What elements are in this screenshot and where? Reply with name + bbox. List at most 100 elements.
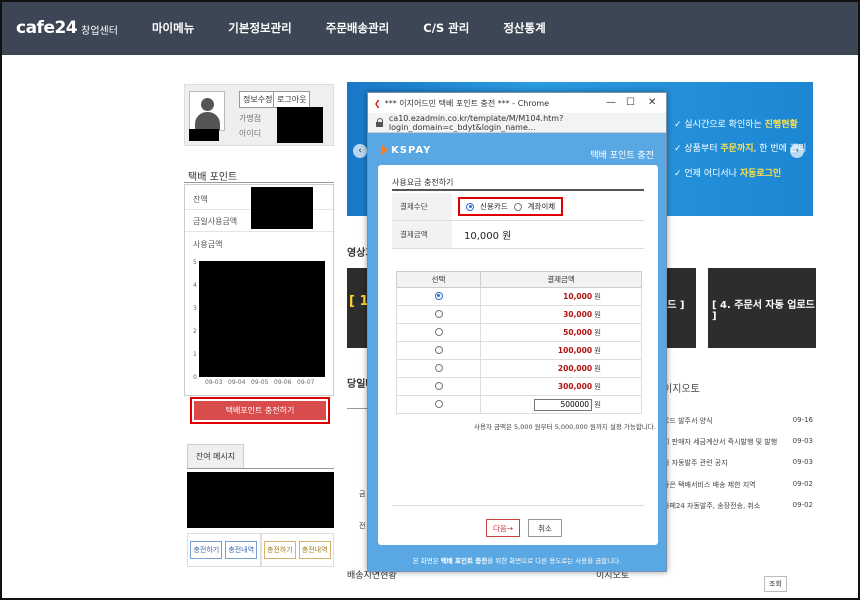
- amount-option: 200,000: [557, 364, 593, 373]
- column-header-amount: 결제금액: [480, 271, 642, 288]
- logout-button[interactable]: 로그아웃: [273, 91, 311, 108]
- table-row[interactable]: 300,000 원: [396, 377, 642, 396]
- charge-button[interactable]: 충전하기: [263, 541, 296, 559]
- address-bar[interactable]: ca10.ezadmin.co.kr/template/M/M104.htm?l…: [368, 113, 666, 133]
- popup-content: 사용요금 충전하기 결제수단 신용카드 계좌이체 결제금액 10,000 원 선…: [378, 165, 658, 545]
- cafe24-logo[interactable]: cafe24: [16, 18, 78, 38]
- table-row[interactable]: 100,000 원: [396, 341, 642, 360]
- radio-amount-option[interactable]: [434, 291, 443, 300]
- x-tick: 09-04: [228, 379, 246, 386]
- amount-option: 100,000: [557, 346, 593, 355]
- cancel-button[interactable]: 취소: [528, 519, 562, 537]
- table-row[interactable]: 30,000 원: [396, 305, 642, 324]
- video-thumbnail[interactable]: [ 1: [347, 268, 369, 348]
- video-thumbnail[interactable]: [ 4. 주문서 자동 업로드 ]: [708, 268, 816, 348]
- x-tick: 09-06: [274, 379, 292, 386]
- custom-amount-input[interactable]: [534, 398, 593, 411]
- y-tick: 4: [193, 282, 197, 289]
- popup-title: 택배 포인트 충전: [590, 151, 654, 161]
- radio-amount-option[interactable]: [434, 345, 443, 354]
- charge-points-button-highlight: 택배포인트 충전하기: [190, 397, 330, 424]
- popup-footer: 본 화면은 택배 포인트 충전을 위한 화면으로 다른 용도로는 사용을 금합니…: [412, 557, 622, 565]
- message-divider: [187, 468, 334, 469]
- today-used-label: 금일사용금액: [193, 217, 238, 226]
- message-buttons: 충전하기 충전내역 충전하기 충전내역: [187, 533, 334, 567]
- banner-line: ✓ 실시간으로 확인하는 진행현황: [674, 120, 798, 130]
- table-row[interactable]: 50,000 원: [396, 323, 642, 342]
- redacted-usage-chart: [199, 261, 325, 377]
- payment-method-label: 결제수단: [392, 193, 452, 220]
- window-title: *** 이지어드민 택배 포인트 충전 *** - Chrome: [384, 98, 550, 108]
- credit-card-label[interactable]: 신용카드: [480, 201, 508, 212]
- nav-order-shipping[interactable]: 주문배송관리: [326, 20, 389, 36]
- nav-basic-info[interactable]: 기본정보관리: [228, 20, 291, 36]
- redacted-name: [189, 129, 219, 141]
- close-icon[interactable]: ✕: [648, 97, 656, 108]
- table-cell: 금: [359, 490, 366, 498]
- charge-history-button[interactable]: 충전내역: [298, 541, 331, 559]
- charge-points-button[interactable]: 택배포인트 충전하기: [194, 401, 326, 420]
- avatar-head-icon: [201, 98, 214, 111]
- message-button-group: 충전하기 충전내역: [187, 533, 261, 567]
- tab-remaining-messages[interactable]: 잔여 메시지: [187, 444, 244, 468]
- table-row[interactable]: 10,000 원: [396, 287, 642, 306]
- radio-bank-transfer[interactable]: [513, 202, 522, 211]
- app-icon: ❮: [374, 98, 381, 108]
- notice-item[interactable]: 카페24 자동발주, 송장전송, 취소 09-02: [663, 501, 813, 511]
- x-tick: 09-05: [251, 379, 269, 386]
- nav-my-menu[interactable]: 마이메뉴: [152, 20, 194, 36]
- button-divider: [392, 505, 644, 506]
- nav-settlement[interactable]: 정산통계: [503, 20, 545, 36]
- maximize-icon[interactable]: ☐: [626, 97, 635, 108]
- amount-option: 30,000: [563, 310, 593, 319]
- payment-method-row: 결제수단 신용카드 계좌이체: [392, 193, 644, 221]
- charge-popup-window: ❮ *** 이지어드민 택배 포인트 충전 *** - Chrome — ☐ ✕…: [367, 92, 667, 572]
- radio-amount-option[interactable]: [434, 381, 443, 390]
- points-title: 택배 포인트: [188, 172, 238, 183]
- nav-cs[interactable]: C/S 관리: [423, 20, 469, 36]
- notice-item[interactable]: 좋은 택배서비스 배송 제한 지역 09-02: [663, 480, 813, 490]
- column-header-select: 선택: [396, 271, 481, 288]
- redacted-message-box: [187, 472, 334, 528]
- notice-item[interactable]: 로드 발주서 양식 09-16: [663, 416, 813, 426]
- profile-box: 정보수정 로그아웃 가맹점 아이디: [184, 84, 334, 146]
- logo-subtitle: 창업센터: [81, 25, 118, 37]
- edit-info-button[interactable]: 정보수정: [239, 91, 277, 108]
- x-tick: 09-03: [205, 379, 223, 386]
- kspay-mark-icon: [382, 145, 388, 155]
- table-row[interactable]: 원: [396, 395, 642, 414]
- banner-line: ✓ 상품부터 주문까지, 한 번에 관리: [674, 144, 807, 154]
- section-divider: [392, 189, 644, 191]
- charge-button[interactable]: 충전하기: [190, 541, 223, 559]
- amount-option: 10,000: [563, 292, 593, 301]
- lookup-button[interactable]: 조회: [764, 576, 787, 592]
- radio-credit-card[interactable]: [466, 202, 474, 211]
- y-tick: 3: [193, 305, 197, 312]
- points-box: 잔액 금일사용금액 사용금액 5 4 3 2 1 0 09-03 09-04 0…: [184, 184, 335, 396]
- message-button-group: 충전하기 충전내역: [260, 533, 334, 567]
- radio-amount-option[interactable]: [434, 327, 443, 336]
- banner-line: ✓ 언제 어디서나 자동로그인: [674, 169, 782, 179]
- store-label: 가맹점: [239, 114, 262, 123]
- radio-amount-option[interactable]: [434, 309, 443, 318]
- notice-item[interactable]: 회 판매자 세금계산서 즉시발행 및 발행 09-03: [663, 437, 813, 447]
- table-cell: 전: [359, 522, 366, 530]
- points-divider: [184, 182, 334, 183]
- id-label: 아이디: [239, 129, 262, 138]
- radio-amount-option[interactable]: [434, 363, 443, 372]
- payment-method-highlight: 신용카드 계좌이체: [458, 197, 564, 216]
- radio-custom-amount[interactable]: [434, 399, 443, 408]
- bank-transfer-label[interactable]: 계좌이체: [528, 201, 556, 212]
- table-row[interactable]: 200,000 원: [396, 359, 642, 378]
- notice-item[interactable]: 자 자동발주 관련 공지 09-03: [663, 458, 813, 468]
- charge-history-button[interactable]: 충전내역: [225, 541, 258, 559]
- popup-titlebar: ❮ *** 이지어드민 택배 포인트 충전 *** - Chrome — ☐ ✕: [368, 93, 666, 113]
- used-label: 사용금액: [193, 240, 223, 249]
- minimize-icon[interactable]: —: [606, 97, 616, 108]
- x-tick: 09-07: [297, 379, 315, 386]
- redacted-account: [277, 107, 323, 143]
- balance-label: 잔액: [193, 195, 208, 204]
- chevron-left-icon[interactable]: ‹: [353, 144, 367, 158]
- next-button[interactable]: 다음→: [486, 519, 520, 537]
- y-tick: 2: [193, 328, 197, 335]
